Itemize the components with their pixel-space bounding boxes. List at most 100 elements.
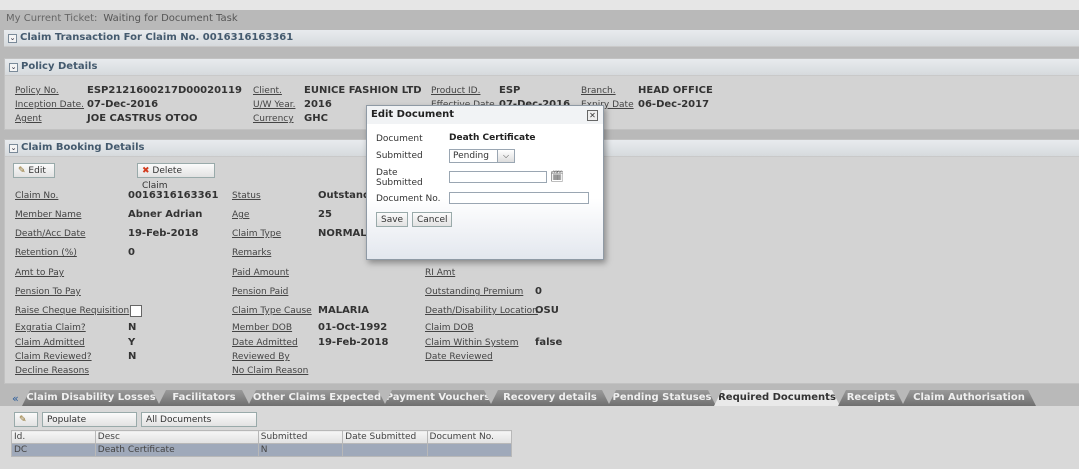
field-value: 01-Oct-1992 [318,322,388,333]
edit-document-button[interactable]: ✎ [14,412,38,427]
field-label[interactable]: Raise Cheque Requisition [15,306,129,316]
field-label[interactable]: Claim Reviewed? [15,352,92,362]
field-label[interactable]: Member DOB [232,323,292,333]
tab-claim-disability-losses[interactable]: Claim Disability Losses [22,390,160,406]
document-no-field[interactable] [449,192,589,204]
field-value: MALARIA [318,305,369,316]
table-cell [342,443,428,457]
all-documents-submitted-button[interactable]: All Documents Submitted [141,412,257,440]
document-no-label: Document No. [376,194,441,204]
cancel-button[interactable]: Cancel [412,212,452,227]
product-id-label[interactable]: Product ID. [431,86,480,96]
chevron-down-icon[interactable]: ⌵ [497,150,514,162]
field-label[interactable]: Claim No. [15,191,58,201]
table-cell: N [257,443,344,457]
field-label[interactable]: Paid Amount [232,268,289,278]
field-label[interactable]: Reviewed By [232,352,290,362]
claim-transaction-panel: ⌄ Claim Transaction For Claim No. 0016316… [4,30,1079,47]
field-label[interactable]: Claim Type [232,229,281,239]
field-label[interactable]: Claim Type Cause [232,306,312,316]
field-label[interactable]: Amt to Pay [15,268,64,278]
policy-no-label[interactable]: Policy No. [15,86,59,96]
field-value: N [128,322,137,333]
field-label[interactable]: Status [232,191,261,201]
uw-year-value: 2016 [304,99,332,110]
field-value: false [535,337,563,348]
collapse-icon[interactable]: ⌄ [8,34,17,43]
column-header[interactable]: Id. [11,430,96,444]
collapse-icon[interactable]: ⌄ [9,144,18,153]
field-label[interactable]: Exgratia Claim? [15,323,86,333]
field-label[interactable]: Pension Paid [232,287,288,297]
date-submitted-field[interactable] [449,171,547,183]
delete-claim-button[interactable]: ✖ Delete Claim [137,163,215,191]
field-label[interactable]: Claim DOB [425,323,474,333]
field-value: 25 [318,209,332,220]
field-label[interactable]: Claim Admitted [15,338,85,348]
inception-date-label[interactable]: Inception Date. [15,100,84,110]
tab-recovery-details[interactable]: Recovery details [490,390,610,406]
field-label[interactable]: Death/Acc Date [15,229,86,239]
column-header[interactable]: Submitted [257,430,344,444]
submitted-select[interactable]: Pending ⌵ [449,149,515,163]
policy-details-header[interactable]: ⌄ Policy Details [5,59,1079,76]
edit-button[interactable]: ✎ Edit [13,163,55,178]
field-value: Y [128,337,136,348]
table-cell [426,443,513,457]
uw-year-label[interactable]: U/W Year. [253,100,295,110]
calendar-icon[interactable]: 🗓 [550,170,564,183]
tab-receipts[interactable]: Receipts [838,390,904,406]
agent-value: JOE CASTRUS OTOO [87,113,198,124]
field-value: Abner Adrian [128,209,203,220]
tab-claim-authorisation[interactable]: Claim Authorisation [902,390,1036,406]
currency-value: GHC [304,113,328,124]
field-label[interactable]: Member Name [15,210,81,220]
field-label[interactable]: Outstanding Premium [425,287,523,297]
column-header[interactable]: Date Submitted [342,430,428,444]
tab-payment-vouchers[interactable]: Payment Vouchers [384,390,492,406]
client-value: EUNICE FASHION LTD [304,85,422,96]
field-label[interactable]: Date Admitted [232,338,298,348]
field-label[interactable]: Death/Disability Location [425,306,538,316]
raise-cheque-checkbox[interactable] [130,305,142,317]
column-header[interactable]: Desc [94,430,259,444]
tab-pending-statuses[interactable]: Pending Statuses [608,390,716,406]
collapse-icon[interactable]: ⌄ [9,63,18,72]
current-ticket: My Current Ticket: Waiting for Document T… [6,13,238,24]
field-value: 0 [535,286,542,297]
product-id-value: ESP [499,85,521,96]
tab-required-documents[interactable]: Required Documents [714,390,840,406]
populate-documents-button[interactable]: Populate Documents [42,412,137,440]
field-label[interactable]: No Claim Reason [232,366,308,376]
save-button[interactable]: Save [376,212,408,227]
field-label[interactable]: Remarks [232,248,271,258]
field-label[interactable]: Date Reviewed [425,352,493,362]
branch-value: HEAD OFFICE [638,85,713,96]
tab-facilitators[interactable]: Facilitators [158,390,250,406]
date-submitted-label: Date Submitted [376,168,423,188]
field-label[interactable]: Retention (%) [15,248,77,258]
field-value: OSU [535,305,559,316]
close-icon[interactable]: ✕ [587,110,598,121]
branch-label[interactable]: Branch. [581,86,616,96]
client-label[interactable]: Client. [253,86,282,96]
agent-label[interactable]: Agent [15,114,42,124]
ticket-value: Waiting for Document Task [103,13,238,24]
dialog-title: Edit Document [371,109,454,120]
field-value: N [128,351,137,362]
claim-transaction-header[interactable]: ⌄ Claim Transaction For Claim No. 0016316… [4,30,1079,47]
pencil-icon: ✎ [18,166,26,176]
tab-other-claims-expected[interactable]: Other Claims Expected [248,390,386,406]
edit-document-dialog: Edit Document ✕ Document Death Certifica… [366,105,604,260]
field-label[interactable]: RI Amt [425,268,455,278]
field-label[interactable]: Claim Within System [425,338,519,348]
dialog-title-bar: Edit Document ✕ [367,106,603,124]
table-row[interactable]: DC Death Certificate N [11,443,513,457]
currency-label[interactable]: Currency [253,114,294,124]
field-label[interactable]: Pension To Pay [15,287,81,297]
column-header[interactable]: Document No. [426,430,513,444]
field-label[interactable]: Decline Reasons [15,366,89,376]
top-strip [0,0,1079,10]
pencil-icon: ✎ [19,415,27,425]
field-label[interactable]: Age [232,210,249,220]
